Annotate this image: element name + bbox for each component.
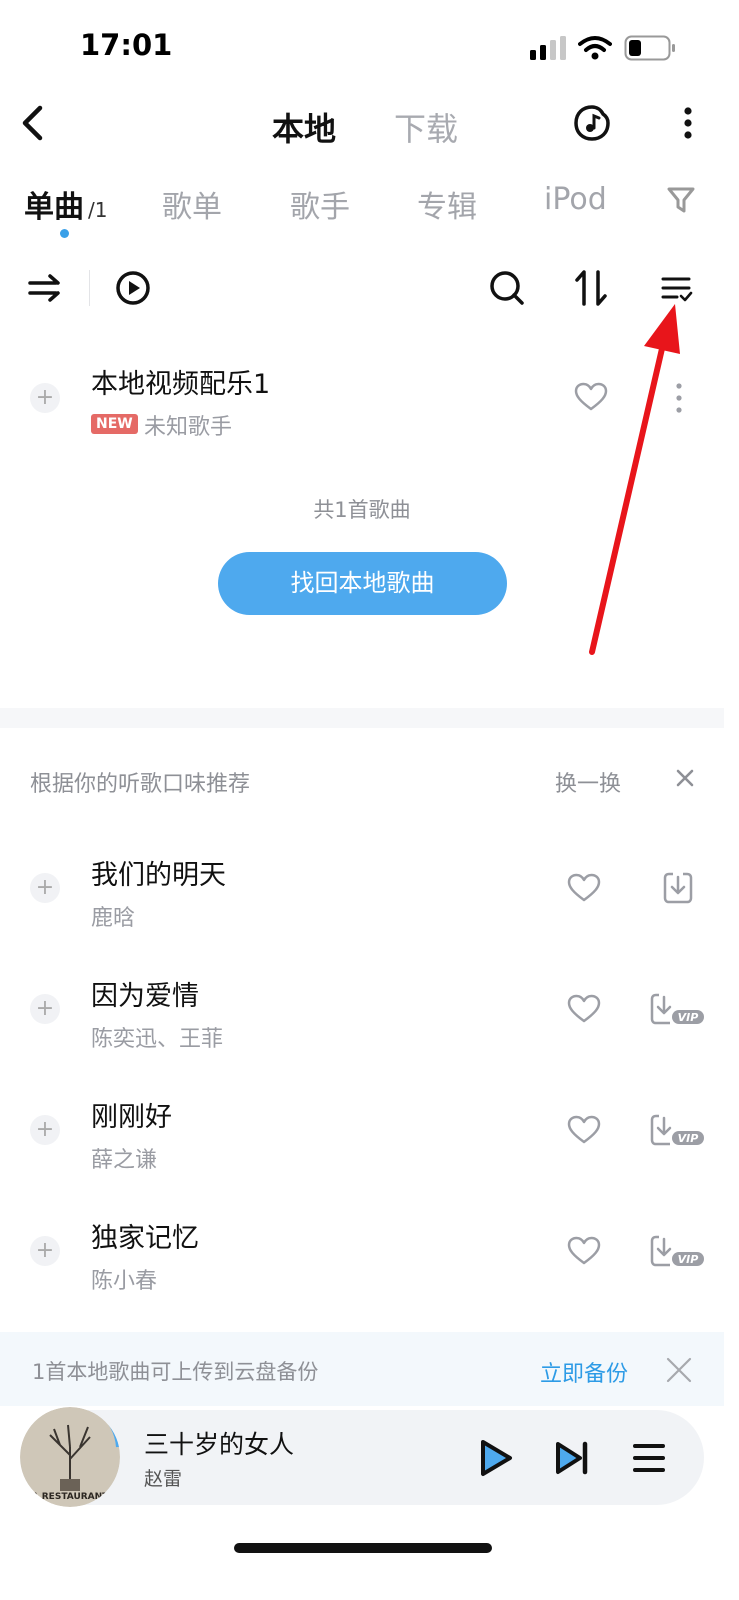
batch-manage-icon[interactable] [661,275,693,303]
tab-ipod[interactable]: iPod [544,182,607,217]
play-icon[interactable] [478,1438,514,1478]
back-icon[interactable] [20,105,46,141]
now-playing-title[interactable]: 三十岁的女人 [144,1425,294,1461]
vip-download-icon[interactable]: VIP [650,1113,706,1147]
song-title[interactable]: 独家记忆 [91,1216,199,1255]
heart-icon[interactable] [567,1115,601,1145]
song-title[interactable]: 本地视频配乐1 [91,362,270,401]
tab-songs[interactable]: 单曲 [24,182,84,226]
next-icon[interactable] [554,1440,590,1476]
add-to-playlist-button[interactable]: + [30,994,60,1024]
toolbar-divider [89,270,90,306]
close-icon[interactable] [676,769,694,787]
song-artist: 陈小春 [91,1269,158,1294]
tab-local[interactable]: 本地 [272,104,336,150]
song-artist: 薛之谦 [91,1148,158,1173]
vip-download-icon[interactable]: VIP [650,992,706,1026]
playlist-icon[interactable] [632,1442,666,1474]
new-badge: NEW [91,414,138,434]
signal-icon [530,36,566,60]
music-cloud-icon[interactable] [572,103,612,143]
svg-text:VIP: VIP [678,1011,699,1024]
active-tab-indicator [60,229,69,238]
wifi-icon [578,35,612,61]
heart-icon[interactable] [567,994,601,1024]
add-to-playlist-button[interactable]: + [30,1236,60,1266]
add-to-playlist-button[interactable]: + [30,873,60,903]
tab-download[interactable]: 下载 [394,104,458,150]
backup-text: 1首本地歌曲可上传到云盘备份 [32,1360,319,1384]
album-cover[interactable]: A RESTAURANT [20,1407,120,1507]
tab-albums[interactable]: 专辑 [417,182,477,226]
battery-icon [624,35,676,61]
song-title[interactable]: 因为爱情 [91,974,199,1013]
filter-icon[interactable] [666,185,696,215]
song-title[interactable]: 刚刚好 [91,1095,172,1134]
add-to-playlist-button[interactable]: + [30,383,60,413]
recover-local-songs-button[interactable]: 找回本地歌曲 [218,552,507,615]
song-artist: 鹿晗 [91,906,136,931]
download-icon[interactable] [662,871,694,905]
search-icon[interactable] [489,270,525,306]
home-indicator [234,1543,492,1553]
tab-playlists[interactable]: 歌单 [162,182,222,226]
heart-icon[interactable] [567,873,601,903]
backup-now-button[interactable]: 立即备份 [540,1356,628,1388]
vip-download-icon[interactable]: VIP [650,1234,706,1268]
heart-icon[interactable] [567,1236,601,1266]
refresh-button[interactable]: 换一换 [555,766,621,798]
song-title[interactable]: 我们的明天 [91,853,226,892]
svg-text:VIP: VIP [678,1253,699,1266]
shuffle-icon[interactable] [28,272,62,304]
song-artist: 陈奕迅、王菲 [91,1027,224,1052]
mini-player[interactable] [20,1410,704,1505]
tab-artists[interactable]: 歌手 [290,182,350,226]
close-icon[interactable] [666,1357,692,1383]
tab-songs-count: /1 [88,198,108,222]
section-divider [0,708,724,728]
status-time: 17:01 [80,28,173,62]
annotation-arrow [580,300,690,660]
now-playing-artist: 赵雷 [144,1468,183,1490]
recommend-title: 根据你的听歌口味推荐 [30,772,251,797]
more-icon[interactable] [683,106,693,140]
svg-text:VIP: VIP [678,1132,699,1145]
add-to-playlist-button[interactable]: + [30,1115,60,1145]
song-artist: 未知歌手 [144,415,233,440]
play-all-icon[interactable] [115,270,151,306]
